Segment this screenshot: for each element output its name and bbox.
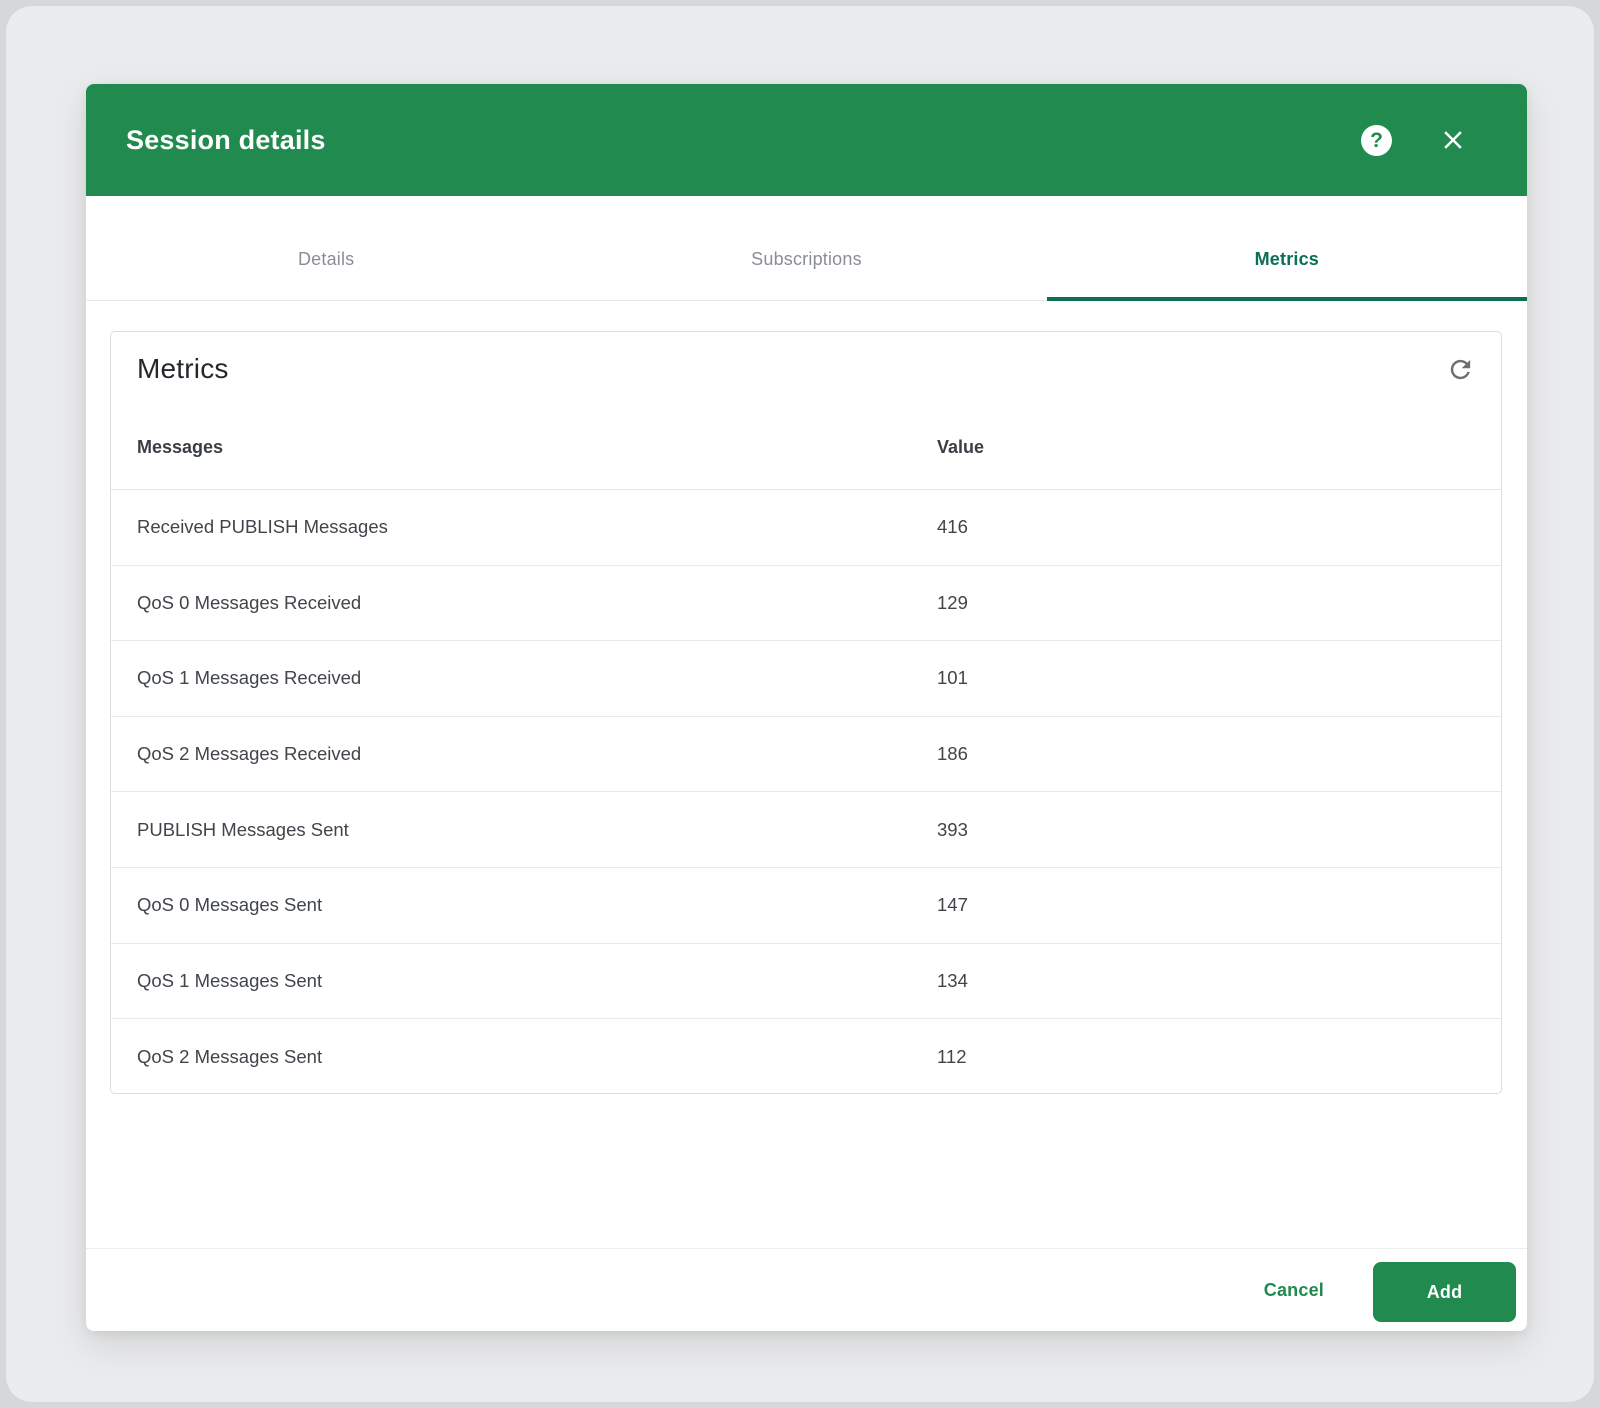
metric-value: 112 <box>937 1046 1501 1068</box>
table-row: QoS 0 Messages Sent 147 <box>111 868 1501 944</box>
add-button[interactable]: Add <box>1373 1262 1516 1322</box>
table-row: QoS 1 Messages Sent 134 <box>111 944 1501 1020</box>
cancel-button[interactable]: Cancel <box>1239 1263 1349 1317</box>
tab-subscriptions[interactable]: Subscriptions <box>566 196 1046 300</box>
metric-value: 147 <box>937 894 1501 916</box>
metric-value: 101 <box>937 667 1501 689</box>
close-icon[interactable] <box>1438 125 1468 155</box>
session-details-dialog: Session details ? Details Subscriptions … <box>86 84 1527 1331</box>
metric-label: QoS 0 Messages Received <box>137 592 937 614</box>
help-icon[interactable]: ? <box>1361 125 1392 156</box>
metric-label: Received PUBLISH Messages <box>137 516 937 538</box>
metrics-card-title: Metrics <box>137 353 229 385</box>
refresh-icon[interactable] <box>1446 355 1475 384</box>
metric-label: QoS 1 Messages Received <box>137 667 937 689</box>
tab-bar: Details Subscriptions Metrics <box>86 196 1527 301</box>
column-header-messages: Messages <box>137 437 937 458</box>
tab-details[interactable]: Details <box>86 196 566 300</box>
refresh-icon-glyph <box>1446 355 1475 384</box>
page-background: Session details ? Details Subscriptions … <box>6 6 1594 1402</box>
metric-label: PUBLISH Messages Sent <box>137 819 937 841</box>
metric-value: 134 <box>937 970 1501 992</box>
help-glyph: ? <box>1370 130 1383 151</box>
metric-label: QoS 2 Messages Received <box>137 743 937 765</box>
metric-value: 416 <box>937 516 1501 538</box>
column-header-value: Value <box>937 437 1501 458</box>
dialog-content: Metrics Messages Value Received PUBLISH … <box>86 301 1527 1248</box>
close-icon-glyph <box>1438 125 1468 155</box>
table-row: QoS 2 Messages Received 186 <box>111 717 1501 793</box>
dialog-title: Session details <box>126 125 1361 156</box>
table-row: Received PUBLISH Messages 416 <box>111 490 1501 566</box>
table-row: PUBLISH Messages Sent 393 <box>111 792 1501 868</box>
metric-value: 393 <box>937 819 1501 841</box>
table-row: QoS 2 Messages Sent 112 <box>111 1019 1501 1094</box>
dialog-header: Session details ? <box>86 84 1527 196</box>
metric-label: QoS 2 Messages Sent <box>137 1046 937 1068</box>
metric-value: 129 <box>937 592 1501 614</box>
table-header-row: Messages Value <box>111 406 1501 490</box>
metric-label: QoS 1 Messages Sent <box>137 970 937 992</box>
metrics-card: Metrics Messages Value Received PUBLISH … <box>110 331 1502 1094</box>
metric-value: 186 <box>937 743 1501 765</box>
metric-label: QoS 0 Messages Sent <box>137 894 937 916</box>
table-row: QoS 1 Messages Received 101 <box>111 641 1501 717</box>
dialog-footer: Cancel Add <box>86 1248 1527 1331</box>
metrics-card-header: Metrics <box>111 332 1501 406</box>
table-row: QoS 0 Messages Received 129 <box>111 566 1501 642</box>
tab-metrics[interactable]: Metrics <box>1047 196 1527 300</box>
